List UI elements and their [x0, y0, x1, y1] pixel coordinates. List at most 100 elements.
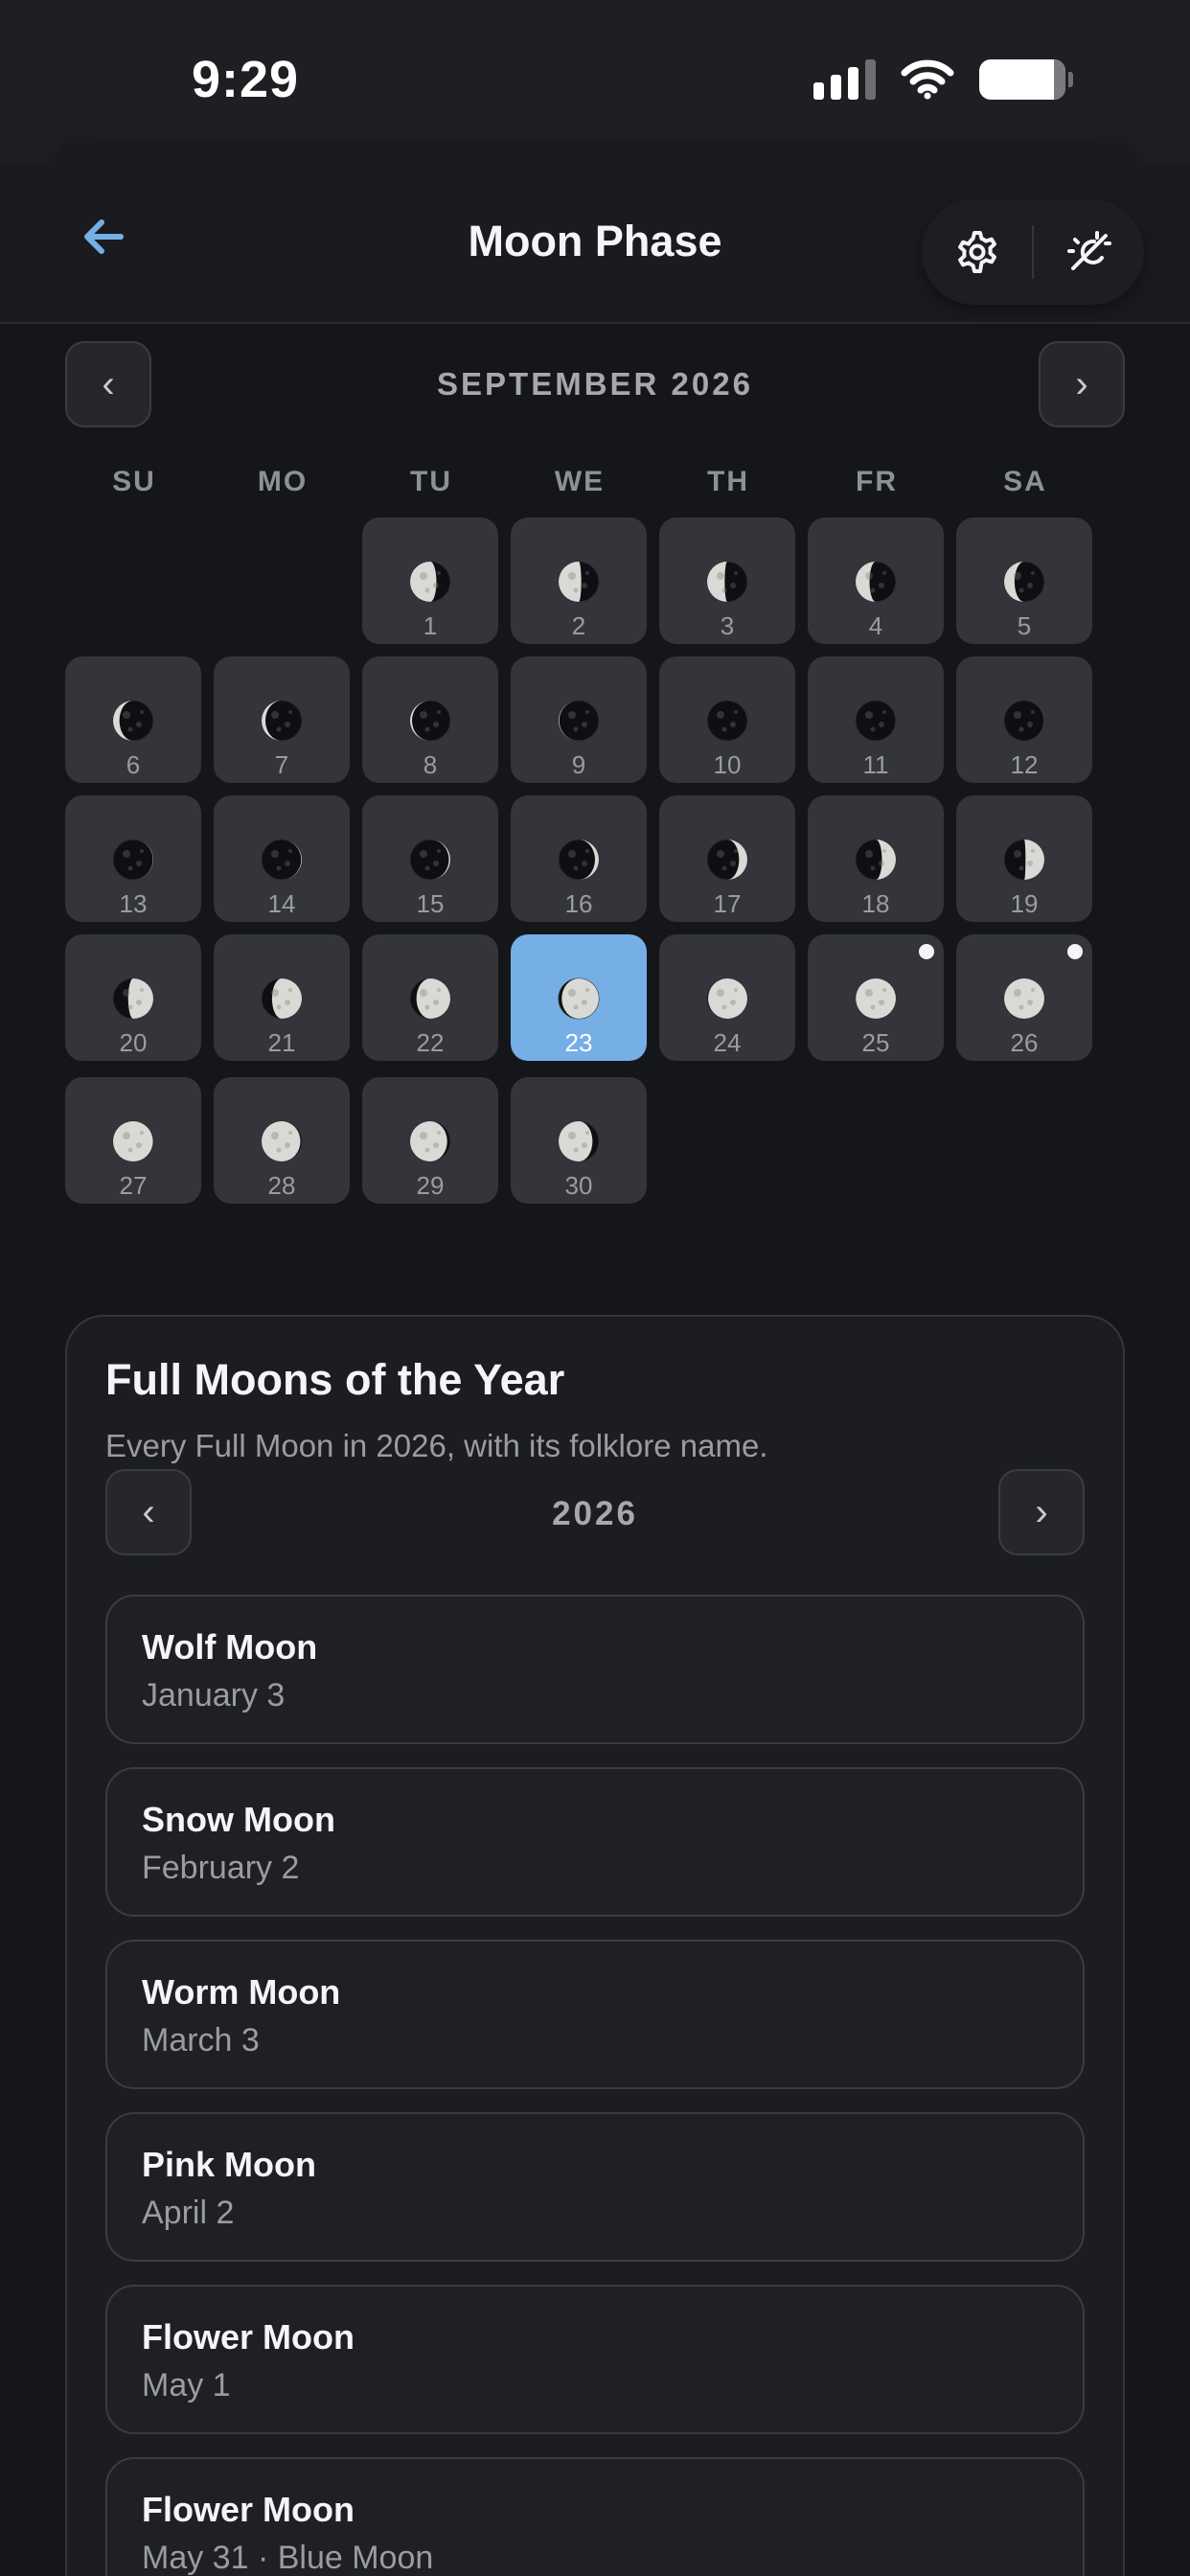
calendar-day[interactable]: 22: [362, 934, 498, 1061]
calendar-day[interactable]: 21: [214, 934, 350, 1061]
full-moon-name: Flower Moon: [142, 2490, 355, 2529]
day-number: 18: [861, 889, 890, 918]
day-number: 8: [423, 750, 438, 779]
moon-phase-icon: [261, 1120, 303, 1162]
day-number: 3: [720, 611, 735, 640]
day-number: 6: [126, 750, 141, 779]
moon-phase-icon: [706, 839, 748, 881]
calendar-day[interactable]: 16: [511, 795, 647, 922]
calendar-day[interactable]: 4: [808, 518, 944, 644]
day-number: 17: [713, 889, 742, 918]
calendar-day[interactable]: 17: [659, 795, 795, 922]
calendar-day[interactable]: 10: [659, 656, 795, 783]
day-number: 4: [868, 611, 883, 640]
moon-phase-icon: [855, 700, 897, 742]
moon-phase-icon: [558, 700, 600, 742]
day-number: 22: [416, 1028, 445, 1057]
day-number: 10: [713, 750, 742, 779]
moon-phase-icon: [409, 561, 451, 603]
moon-phase-icon: [112, 978, 154, 1020]
moon-phase-icon: [409, 1120, 451, 1162]
moon-phase-icon: [558, 978, 600, 1020]
day-number: 2: [571, 611, 586, 640]
calendar-day[interactable]: 3: [659, 518, 795, 644]
calendar-day[interactable]: 6: [65, 656, 201, 783]
moon-phase-icon: [261, 978, 303, 1020]
calendar-grid: 1 2 3 4 5 6 7 8 9 10 11 12 13 14 15 16 17 18 19 20 21 22 23 24 2…: [0, 0, 1190, 1246]
calendar-day[interactable]: 27: [65, 1077, 201, 1204]
moon-phase-icon: [558, 561, 600, 603]
day-number: 26: [1010, 1028, 1039, 1057]
day-number: 13: [119, 889, 148, 918]
full-moon-date: March 3: [142, 2022, 260, 2058]
moon-phase-icon: [409, 839, 451, 881]
full-moons-subtitle: Every Full Moon in 2026, with its folklo…: [105, 1428, 768, 1463]
full-moon-name: Pink Moon: [142, 2145, 316, 2184]
day-number: 14: [267, 889, 296, 918]
moon-phase-icon: [409, 700, 451, 742]
moon-phase-icon: [706, 561, 748, 603]
moon-phase-icon: [1003, 561, 1045, 603]
moon-phase-icon: [112, 1120, 154, 1162]
day-number: 7: [274, 750, 289, 779]
moon-phase-icon: [706, 978, 748, 1020]
full-moons-title: Full Moons of the Year: [105, 1355, 565, 1404]
full-moon-date: February 2: [142, 1850, 300, 1886]
calendar-day[interactable]: 28: [214, 1077, 350, 1204]
calendar-day[interactable]: 19: [956, 795, 1092, 922]
full-moon-item[interactable]: Wolf Moon January 3: [105, 1595, 1085, 1744]
full-moon-name: Snow Moon: [142, 1800, 335, 1839]
day-number: 5: [1017, 611, 1032, 640]
calendar-day[interactable]: 30: [511, 1077, 647, 1204]
full-moon-date: April 2: [142, 2195, 235, 2231]
event-dot-indicator: [919, 944, 934, 959]
next-year-button[interactable]: ›: [998, 1469, 1085, 1555]
moon-phase-icon: [261, 700, 303, 742]
moon-phase-icon: [1003, 700, 1045, 742]
event-dot-indicator: [1067, 944, 1083, 959]
calendar-day[interactable]: 8: [362, 656, 498, 783]
calendar-day-selected[interactable]: 23: [511, 934, 647, 1061]
calendar-day[interactable]: 2: [511, 518, 647, 644]
day-number: 25: [861, 1028, 890, 1057]
moon-phase-icon: [558, 839, 600, 881]
calendar-day[interactable]: 20: [65, 934, 201, 1061]
day-number: 24: [713, 1028, 742, 1057]
calendar-day[interactable]: 24: [659, 934, 795, 1061]
full-moon-item[interactable]: Snow Moon February 2: [105, 1767, 1085, 1917]
calendar-day[interactable]: 18: [808, 795, 944, 922]
calendar-day[interactable]: 12: [956, 656, 1092, 783]
full-moon-name: Wolf Moon: [142, 1627, 318, 1667]
calendar-day[interactable]: 25: [808, 934, 944, 1061]
day-number: 27: [119, 1171, 148, 1200]
calendar-day[interactable]: 7: [214, 656, 350, 783]
day-number: 12: [1010, 750, 1039, 779]
day-number: 11: [862, 750, 889, 779]
calendar-day[interactable]: 11: [808, 656, 944, 783]
day-number: 15: [416, 889, 445, 918]
calendar-day[interactable]: 13: [65, 795, 201, 922]
moon-phase-icon: [855, 561, 897, 603]
moon-phase-icon: [112, 839, 154, 881]
day-number: 28: [267, 1171, 296, 1200]
day-number: 21: [267, 1028, 296, 1057]
calendar-day[interactable]: 9: [511, 656, 647, 783]
calendar-day[interactable]: 29: [362, 1077, 498, 1204]
full-moon-item[interactable]: Flower Moon May 1: [105, 2285, 1085, 2434]
moon-phase-icon: [261, 839, 303, 881]
calendar-day[interactable]: 1: [362, 518, 498, 644]
day-number: 9: [571, 750, 586, 779]
day-number: 19: [1010, 889, 1039, 918]
moon-phase-icon: [558, 1120, 600, 1162]
full-moon-item[interactable]: Pink Moon April 2: [105, 2112, 1085, 2262]
full-moon-item[interactable]: Flower Moon May 31 · Blue Moon: [105, 2457, 1085, 2576]
calendar-day[interactable]: 26: [956, 934, 1092, 1061]
day-number: 20: [119, 1028, 148, 1057]
moon-phase-icon: [1003, 978, 1045, 1020]
day-number: 29: [416, 1171, 445, 1200]
calendar-day[interactable]: 14: [214, 795, 350, 922]
calendar-day[interactable]: 15: [362, 795, 498, 922]
full-moon-item[interactable]: Worm Moon March 3: [105, 1940, 1085, 2089]
moon-phase-icon: [855, 839, 897, 881]
calendar-day[interactable]: 5: [956, 518, 1092, 644]
